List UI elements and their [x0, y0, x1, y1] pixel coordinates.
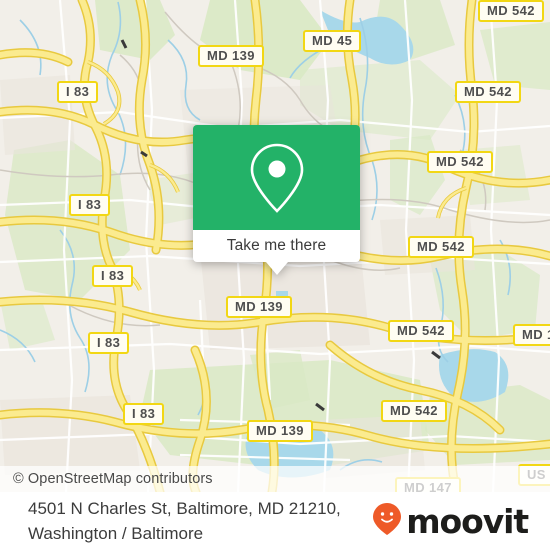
road-shield[interactable]: MD 139 — [247, 420, 313, 442]
address-line-1: 4501 N Charles St, Baltimore, MD 21210, — [28, 499, 341, 518]
road-shield[interactable]: MD 542 — [478, 0, 544, 22]
map-canvas[interactable]: MD 542 MD 45 MD 139 I 83 MD 542 MD 542 I… — [0, 0, 550, 492]
road-shield[interactable]: MD 542 — [388, 320, 454, 342]
road-shield[interactable]: I 83 — [57, 81, 99, 103]
take-me-there-button[interactable]: Take me there — [193, 230, 360, 262]
road-shield[interactable]: MD 542 — [381, 400, 447, 422]
map-pin-icon — [246, 141, 308, 215]
address-block: 4501 N Charles St, Baltimore, MD 21210, … — [0, 496, 341, 546]
location-callout-card[interactable]: Take me there — [193, 125, 360, 275]
osm-attribution: © OpenStreetMap contributors — [0, 466, 550, 492]
moovit-wordmark: moovit — [406, 501, 529, 541]
road-shield[interactable]: I 83 — [69, 194, 111, 216]
callout-tail — [265, 262, 288, 275]
address-line-2: Washington / Baltimore — [28, 524, 204, 543]
road-shield[interactable]: MD 139 — [226, 296, 292, 318]
road-shield[interactable]: MD 542 — [408, 236, 474, 258]
road-shield[interactable]: MD 139 — [198, 45, 264, 67]
road-shield[interactable]: MD 45 — [303, 30, 362, 52]
map-screen: MD 542 MD 45 MD 139 I 83 MD 542 MD 542 I… — [0, 0, 550, 550]
road-shield[interactable]: MD 542 — [455, 81, 521, 103]
road-shield[interactable]: MD 542 — [427, 151, 493, 173]
moovit-logo[interactable]: moovit — [372, 502, 550, 541]
osm-attribution-text: © OpenStreetMap contributors — [13, 471, 213, 487]
footer-bar: 4501 N Charles St, Baltimore, MD 21210, … — [0, 492, 550, 550]
callout-pin-area — [193, 125, 360, 230]
road-shield[interactable]: I 83 — [92, 265, 134, 287]
road-shield[interactable]: I 83 — [88, 332, 130, 354]
moovit-smiley-pin-icon — [372, 502, 402, 541]
take-me-there-label: Take me there — [226, 237, 327, 254]
road-shield[interactable]: I 83 — [123, 403, 165, 425]
road-shield[interactable]: MD 14 — [513, 324, 550, 346]
